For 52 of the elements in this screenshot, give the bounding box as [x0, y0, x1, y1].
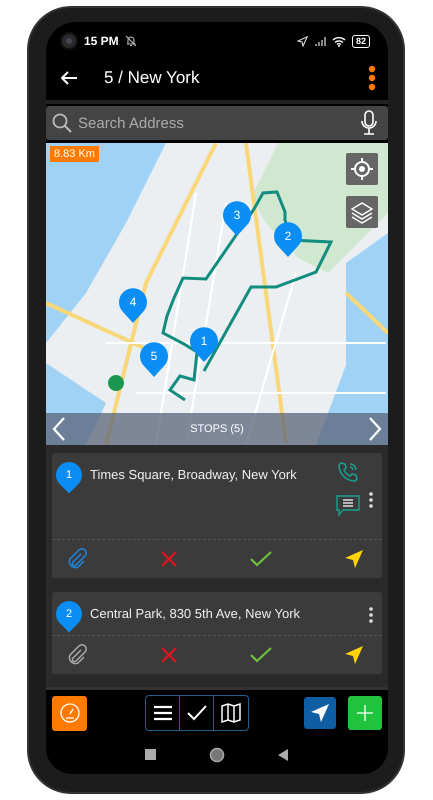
status-time: 15 PM	[84, 34, 119, 48]
more-options-icon[interactable]	[368, 65, 376, 91]
map-layers-button[interactable]	[346, 196, 378, 228]
home-icon[interactable]	[209, 747, 225, 763]
back-icon[interactable]	[277, 749, 289, 761]
back-arrow-icon[interactable]	[60, 70, 78, 86]
map-marker[interactable]: 1	[190, 327, 218, 363]
chevron-left-icon[interactable]	[52, 416, 66, 442]
search-icon	[52, 113, 72, 133]
close-icon[interactable]	[160, 550, 178, 568]
chevron-right-icon[interactable]	[368, 416, 382, 442]
search-field[interactable]: Search Address	[76, 114, 356, 132]
speedometer-icon	[58, 702, 80, 724]
distance-badge: 8.83 Km	[50, 146, 99, 162]
map-marker[interactable]: 5	[140, 342, 168, 378]
wifi-icon	[332, 36, 346, 46]
screen-title: 5 / New York	[104, 68, 200, 88]
stop-address: Times Square, Broadway, New York	[90, 466, 298, 482]
stop-address: Central Park, 830 5th Ave, New York	[90, 605, 302, 621]
search-bar[interactable]: Search Address	[46, 106, 388, 140]
stop-card[interactable]: 2 Central Park, 830 5th Ave, New York	[52, 592, 382, 674]
close-icon[interactable]	[160, 646, 178, 664]
message-icon[interactable]	[336, 495, 360, 517]
recents-icon[interactable]	[145, 749, 157, 761]
map-marker[interactable]: 2	[274, 222, 302, 258]
plus-icon	[356, 704, 374, 722]
map-marker[interactable]: 4	[119, 288, 147, 324]
stops-count-label: STOPS (5)	[190, 423, 244, 435]
paperclip-icon[interactable]	[66, 548, 88, 570]
map-icon	[219, 701, 243, 725]
checkmark-icon[interactable]	[250, 647, 272, 663]
checkmark-icon[interactable]	[250, 551, 272, 567]
more-options-icon[interactable]	[368, 606, 374, 624]
bell-off-icon	[124, 35, 137, 47]
camera-icon	[60, 32, 78, 50]
more-options-icon[interactable]	[368, 491, 374, 509]
layers-icon	[350, 200, 374, 224]
navigation-arrow-icon[interactable]	[344, 645, 364, 665]
battery-level: 82	[352, 34, 370, 48]
paperclip-icon[interactable]	[66, 644, 88, 666]
navigation-arrow-icon	[310, 703, 330, 723]
signal-icon	[314, 36, 326, 46]
navigation-arrow-icon[interactable]	[344, 549, 364, 569]
crosshair-icon	[350, 157, 374, 181]
location-arrow-icon	[296, 36, 308, 46]
microphone-icon[interactable]	[360, 110, 378, 136]
my-location-button[interactable]	[346, 153, 378, 185]
speedometer-button[interactable]	[52, 696, 87, 730]
phone-icon[interactable]	[337, 461, 359, 483]
stop-card[interactable]: 1 Times Square, Broadway, New York	[52, 453, 382, 578]
navigate-button[interactable]	[304, 697, 336, 729]
map-marker[interactable]: 3	[223, 201, 251, 237]
